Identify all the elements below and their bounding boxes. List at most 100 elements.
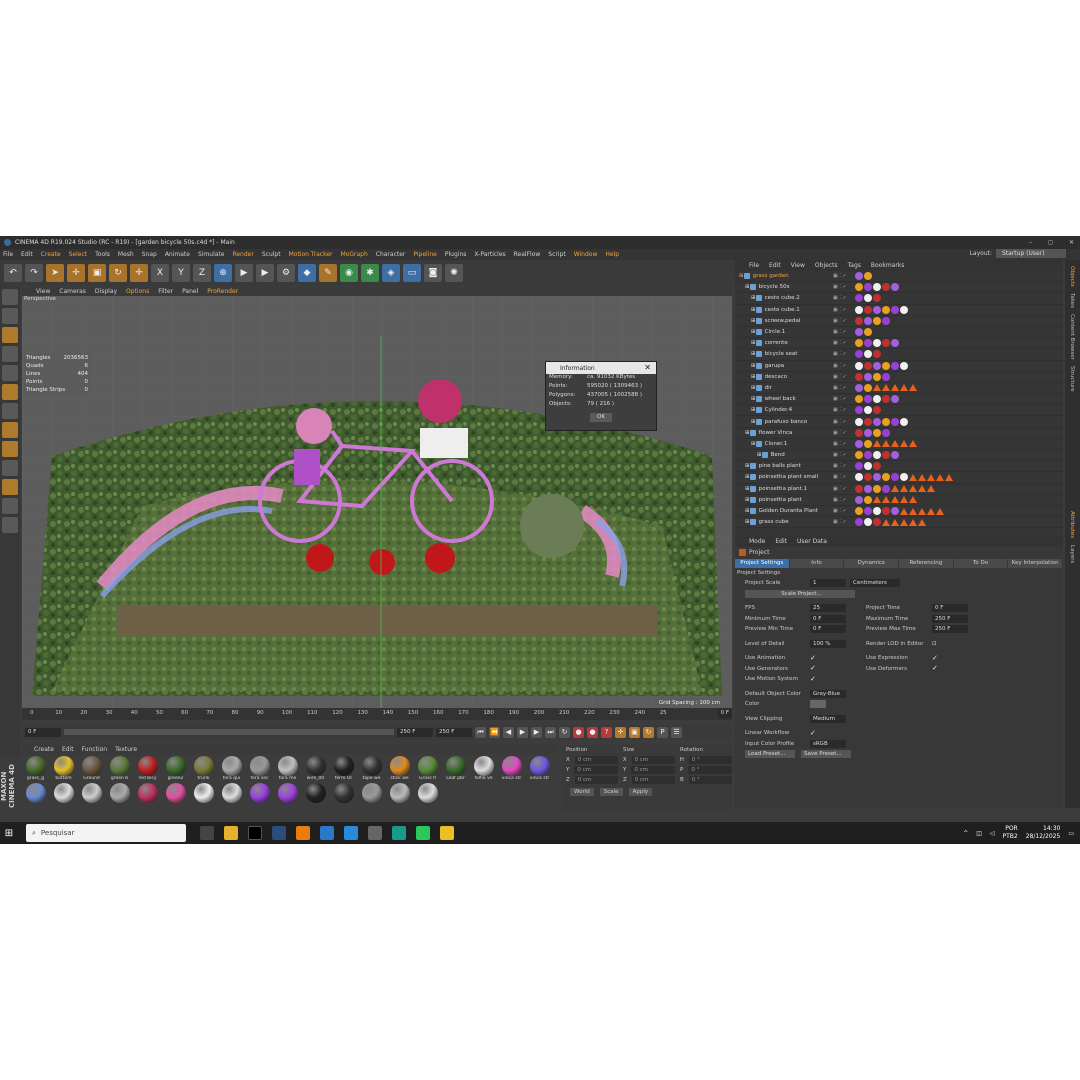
- coord-field[interactable]: 0 cm: [631, 756, 675, 764]
- visibility-toggles[interactable]: ▣ ⁚ ✓: [833, 363, 851, 369]
- visibility-toggles[interactable]: ▣ ⁚ ✓: [833, 452, 851, 458]
- coord-field[interactable]: 0 cm: [574, 766, 619, 774]
- material-swatch[interactable]: fora sec: [247, 756, 272, 781]
- x-app-icon[interactable]: [248, 826, 262, 840]
- file-explorer-icon[interactable]: [224, 826, 238, 840]
- material-tag-icon[interactable]: [882, 339, 890, 348]
- menu-edit[interactable]: Edit: [21, 251, 33, 258]
- material-tag-icon[interactable]: [873, 372, 881, 381]
- material-tag-icon[interactable]: [882, 417, 890, 426]
- material-tag-icon[interactable]: [864, 339, 872, 348]
- layout-dropdown[interactable]: Startup (User): [996, 249, 1066, 258]
- material-swatch[interactable]: red bicy: [135, 756, 160, 781]
- material-swatch[interactable]: [191, 782, 216, 808]
- scale-unit-dropdown[interactable]: Centimeters: [850, 579, 900, 588]
- menu-realflow[interactable]: RealFlow: [514, 251, 541, 258]
- cloner-tag-icon[interactable]: [900, 485, 908, 493]
- move-tool-icon[interactable]: ✛: [67, 264, 85, 282]
- windows-start-icon[interactable]: ⊞: [0, 822, 18, 844]
- material-swatch[interactable]: [331, 782, 356, 808]
- whatsapp-icon[interactable]: [416, 826, 430, 840]
- z-axis-icon[interactable]: Z: [193, 264, 211, 282]
- material-swatch[interactable]: grass_g: [23, 756, 48, 781]
- coord-field[interactable]: 0 cm: [574, 756, 618, 764]
- preview-max-field[interactable]: 250 F: [932, 625, 968, 634]
- menu-mograph[interactable]: MoGraph: [341, 251, 368, 258]
- material-tag-icon[interactable]: [864, 383, 872, 392]
- axis-mode-icon[interactable]: [2, 403, 18, 419]
- x-axis-icon[interactable]: X: [151, 264, 169, 282]
- minimum-time-field[interactable]: 0 F: [810, 614, 846, 623]
- material-tag-icon[interactable]: [873, 395, 881, 404]
- material-tag-icon[interactable]: [864, 484, 872, 493]
- material-tag-icon[interactable]: [882, 316, 890, 325]
- points-mode-icon[interactable]: [2, 346, 18, 362]
- redo-icon[interactable]: ↷: [25, 264, 43, 282]
- material-tag-icon[interactable]: [864, 462, 872, 471]
- material-tag-icon[interactable]: [873, 428, 881, 437]
- render-settings-icon[interactable]: ⚙: [277, 264, 295, 282]
- cloner-tag-icon[interactable]: [900, 440, 908, 448]
- linear-workflow-checkbox[interactable]: ✓: [810, 729, 817, 737]
- material-tag-icon[interactable]: [855, 507, 863, 516]
- material-tag-icon[interactable]: [864, 451, 872, 460]
- edge-icon[interactable]: [392, 826, 406, 840]
- menu-simulate[interactable]: Simulate: [198, 251, 225, 258]
- expand-icon[interactable]: ⊞: [745, 474, 750, 480]
- object-row[interactable]: ⊞ poinsettia plant.1 ▣ ⁚ ✓: [735, 484, 1063, 495]
- object-row[interactable]: ⊞ poinsettia plant small ▣ ⁚ ✓: [735, 472, 1063, 484]
- timeline-menu-icon[interactable]: ☰: [671, 726, 682, 738]
- scale-dropdown[interactable]: Scale: [599, 788, 623, 796]
- visibility-toggles[interactable]: ▣ ⁚ ✓: [833, 273, 851, 279]
- material-tag-icon[interactable]: [873, 462, 881, 471]
- material-swatch[interactable]: [303, 782, 328, 808]
- cloner-icon[interactable]: ✱: [361, 264, 379, 282]
- material-tag-icon[interactable]: [882, 361, 890, 370]
- menu-file[interactable]: File: [3, 251, 13, 258]
- calculator-icon[interactable]: [368, 826, 382, 840]
- use-generators-checkbox[interactable]: ✓: [810, 665, 846, 672]
- material-tag-icon[interactable]: [891, 417, 899, 426]
- tab-to-do[interactable]: To Do: [953, 559, 1008, 568]
- prev-key-icon[interactable]: ⏪: [489, 726, 500, 738]
- maximize-button[interactable]: ◻: [1048, 239, 1053, 246]
- visibility-toggles[interactable]: ▣ ⁚ ✓: [833, 508, 851, 514]
- expand-icon[interactable]: ⊞: [745, 519, 750, 525]
- material-tag-icon[interactable]: [873, 294, 881, 303]
- use-expression-checkbox[interactable]: ✓: [932, 654, 939, 662]
- material-swatch[interactable]: [415, 782, 440, 808]
- clock[interactable]: 14:30 28/12/2025: [1026, 825, 1061, 841]
- material-tag-icon[interactable]: [873, 507, 881, 516]
- material-swatch[interactable]: [79, 782, 104, 808]
- material-tag-icon[interactable]: [882, 283, 890, 292]
- material-tag-icon[interactable]: [855, 495, 863, 504]
- end-frame-field[interactable]: 250 F: [397, 727, 433, 737]
- tab-structure[interactable]: Structure: [1069, 366, 1075, 392]
- object-menu-view[interactable]: View: [791, 262, 805, 269]
- cloner-tag-icon[interactable]: [918, 473, 926, 481]
- minimize-button[interactable]: –: [1029, 239, 1032, 246]
- object-row[interactable]: ⊞ grass cube ▣ ⁚ ✓: [735, 517, 1063, 529]
- preview-end-field[interactable]: 250 F: [436, 727, 472, 737]
- cloner-tag-icon[interactable]: [945, 473, 953, 481]
- object-menu-tags[interactable]: Tags: [848, 262, 861, 269]
- material-tag-icon[interactable]: [891, 451, 899, 460]
- cloner-tag-icon[interactable]: [873, 440, 881, 448]
- material-tag-icon[interactable]: [855, 395, 863, 404]
- cloner-tag-icon[interactable]: [882, 518, 890, 526]
- object-menu-objects[interactable]: Objects: [815, 262, 838, 269]
- material-tag-icon[interactable]: [864, 361, 872, 370]
- visibility-toggles[interactable]: ▣ ⁚ ✓: [833, 396, 851, 402]
- material-swatch[interactable]: fora me: [275, 756, 300, 781]
- visibility-toggles[interactable]: ▣ ⁚ ✓: [833, 430, 851, 436]
- object-row[interactable]: ⊞ screew.pedal ▣ ⁚ ✓: [735, 316, 1063, 327]
- tab-objects[interactable]: Objects: [1069, 266, 1075, 287]
- material-swatch[interactable]: Grass fl: [415, 756, 440, 781]
- material-menu-texture[interactable]: Texture: [115, 746, 137, 753]
- material-tag-icon[interactable]: [855, 462, 863, 471]
- visibility-toggles[interactable]: ▣ ⁚ ✓: [833, 295, 851, 301]
- menu-character[interactable]: Character: [376, 251, 406, 258]
- menu-create[interactable]: Create: [41, 251, 61, 258]
- time-slider[interactable]: [64, 729, 394, 735]
- material-tag-icon[interactable]: [864, 350, 872, 359]
